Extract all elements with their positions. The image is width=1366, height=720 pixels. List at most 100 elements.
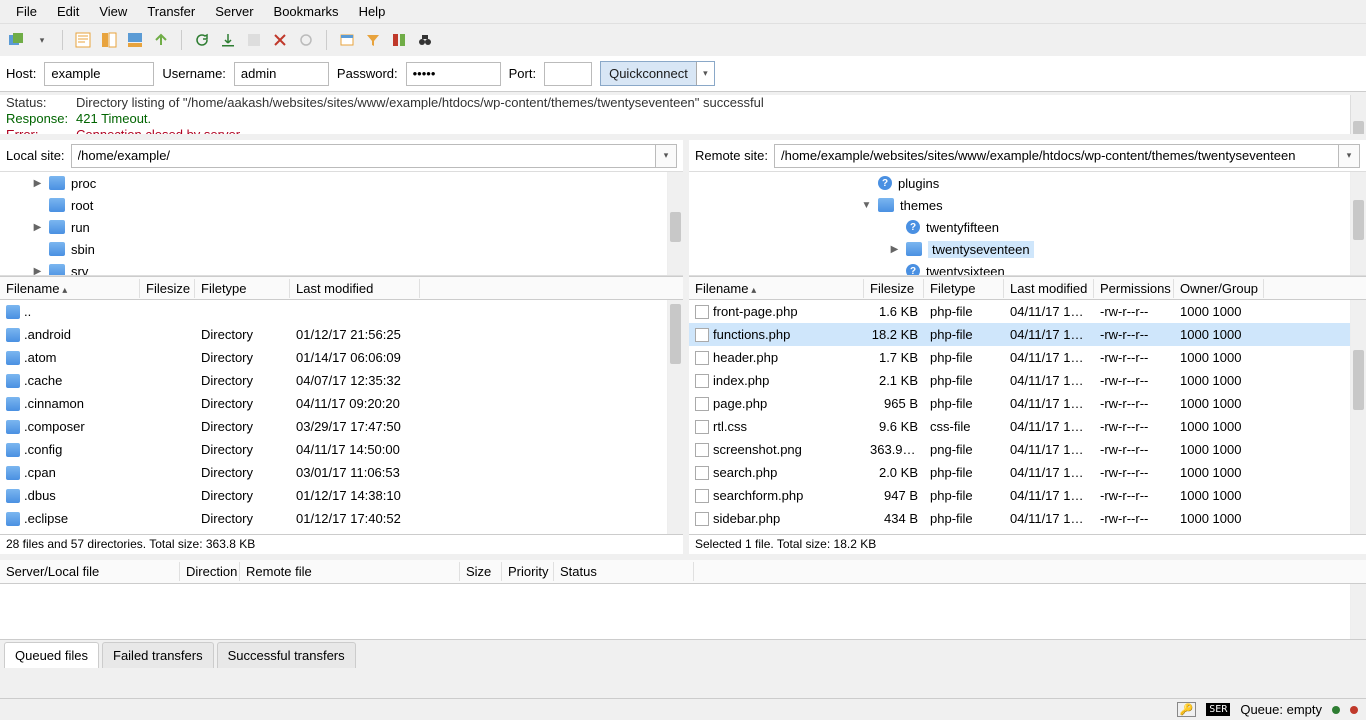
menu-help[interactable]: Help — [349, 2, 396, 21]
tree-item[interactable]: sbin — [0, 238, 683, 260]
tab-successful-transfers[interactable]: Successful transfers — [217, 642, 356, 668]
local-list-scrollbar[interactable] — [667, 300, 683, 534]
file-row[interactable]: .cinnamonDirectory04/11/17 09:20:20 — [0, 392, 683, 415]
tree-expander[interactable]: ▼ — [861, 200, 872, 211]
toggle-tree-icon[interactable] — [99, 30, 119, 50]
file-row[interactable]: .. — [0, 300, 683, 323]
column-header[interactable]: Priority — [502, 562, 554, 581]
local-tree[interactable]: ▶ proc root ▶ run sbin ▶ srv — [0, 172, 683, 276]
local-path-dropdown[interactable] — [655, 144, 677, 168]
file-row[interactable]: .dbusDirectory01/12/17 14:38:10 — [0, 484, 683, 507]
file-row[interactable]: rtl.css9.6 KBcss-file04/11/17 19:5…-rw-r… — [689, 415, 1366, 438]
toggle-queue-icon[interactable] — [125, 30, 145, 50]
tree-expander[interactable]: ▶ — [32, 178, 43, 189]
sync-browse-icon[interactable] — [151, 30, 171, 50]
tree-item-label[interactable]: twentysixteen — [926, 264, 1005, 277]
remote-list-scrollbar[interactable] — [1350, 300, 1366, 534]
file-row[interactable]: search.php2.0 KBphp-file04/11/17 19:5…-r… — [689, 461, 1366, 484]
tree-item-label[interactable]: run — [71, 220, 90, 235]
tree-item[interactable]: ▶ srv — [0, 260, 683, 276]
password-input[interactable] — [406, 62, 501, 86]
queue-scrollbar[interactable] — [1350, 584, 1366, 639]
menu-edit[interactable]: Edit — [47, 2, 89, 21]
cancel-icon[interactable] — [244, 30, 264, 50]
column-header[interactable]: Filetype — [195, 279, 290, 298]
binoculars-icon[interactable] — [415, 30, 435, 50]
file-row[interactable]: .eclipseDirectory01/12/17 17:40:52 — [0, 507, 683, 530]
tree-item-label[interactable]: twentyfifteen — [926, 220, 999, 235]
quickconnect-button[interactable]: Quickconnect — [601, 62, 696, 85]
tree-expander[interactable]: ▶ — [889, 244, 900, 255]
tree-expander[interactable]: ▶ — [32, 222, 43, 233]
remote-file-list[interactable]: front-page.php1.6 KBphp-file04/11/17 19:… — [689, 300, 1366, 534]
quickconnect-dropdown[interactable] — [696, 62, 714, 85]
column-header[interactable]: Filename — [689, 279, 864, 298]
tab-queued-files[interactable]: Queued files — [4, 642, 99, 668]
file-row[interactable]: .androidDirectory01/12/17 21:56:25 — [0, 323, 683, 346]
file-row[interactable]: header.php1.7 KBphp-file04/11/17 19:5…-r… — [689, 346, 1366, 369]
tree-item-label[interactable]: srv — [71, 264, 88, 277]
queue-header[interactable]: Server/Local fileDirectionRemote fileSiz… — [0, 560, 1366, 584]
local-tree-scrollbar[interactable] — [667, 172, 683, 275]
tree-item-label[interactable]: plugins — [898, 176, 939, 191]
tree-item[interactable]: ▶ twentyseventeen — [829, 238, 1366, 260]
file-row[interactable]: sidebar.php434 Bphp-file04/11/17 19:5…-r… — [689, 507, 1366, 530]
file-row[interactable]: index.php2.1 KBphp-file04/11/17 19:5…-rw… — [689, 369, 1366, 392]
menu-file[interactable]: File — [6, 2, 47, 21]
remote-path-dropdown[interactable] — [1338, 144, 1360, 168]
reconnect-icon[interactable] — [296, 30, 316, 50]
queue-body[interactable] — [0, 584, 1366, 639]
file-row[interactable]: searchform.php947 Bphp-file04/11/17 19:5… — [689, 484, 1366, 507]
filter-icon[interactable] — [363, 30, 383, 50]
column-header[interactable]: Server/Local file — [0, 562, 180, 581]
menu-view[interactable]: View — [89, 2, 137, 21]
tree-item[interactable]: ▼ themes — [829, 194, 1366, 216]
tree-item[interactable]: ▶ run — [0, 216, 683, 238]
file-row[interactable]: .configDirectory04/11/17 14:50:00 — [0, 438, 683, 461]
column-header[interactable]: Filetype — [924, 279, 1004, 298]
port-input[interactable] — [544, 62, 592, 86]
tree-expander[interactable]: ▶ — [32, 266, 43, 277]
tree-item-label[interactable]: proc — [71, 176, 96, 191]
file-row[interactable]: .cacheDirectory04/07/17 12:35:32 — [0, 369, 683, 392]
tree-item-label[interactable]: themes — [900, 198, 943, 213]
tree-item[interactable]: ?twentyfifteen — [829, 216, 1366, 238]
remote-tree[interactable]: ?plugins ▼ themes ?twentyfifteen ▶ twentyseve… — [689, 172, 1366, 276]
file-row[interactable]: screenshot.png363.9 KBpng-file04/11/17 1… — [689, 438, 1366, 461]
column-header[interactable]: Owner/Group — [1174, 279, 1264, 298]
username-input[interactable] — [234, 62, 329, 86]
refresh-icon[interactable] — [192, 30, 212, 50]
column-header[interactable]: Filesize — [140, 279, 195, 298]
new-tab-icon[interactable] — [337, 30, 357, 50]
compare-icon[interactable] — [389, 30, 409, 50]
tree-item-label[interactable]: root — [71, 198, 93, 213]
host-input[interactable] — [44, 62, 154, 86]
tree-item[interactable]: ?twentysixteen — [829, 260, 1366, 276]
column-header[interactable]: Last modified — [1004, 279, 1094, 298]
local-path-input[interactable] — [71, 144, 655, 168]
file-row[interactable]: front-page.php1.6 KBphp-file04/11/17 19:… — [689, 300, 1366, 323]
menu-bookmarks[interactable]: Bookmarks — [264, 2, 349, 21]
tree-item[interactable]: ?plugins — [829, 172, 1366, 194]
process-queue-icon[interactable] — [218, 30, 238, 50]
remote-tree-scrollbar[interactable] — [1350, 172, 1366, 275]
tree-item[interactable]: ▶ proc — [0, 172, 683, 194]
menu-server[interactable]: Server — [205, 2, 263, 21]
local-file-header[interactable]: FilenameFilesizeFiletypeLast modified — [0, 276, 683, 300]
site-manager-dropdown[interactable] — [32, 30, 52, 50]
tab-failed-transfers[interactable]: Failed transfers — [102, 642, 214, 668]
column-header[interactable]: Filename — [0, 279, 140, 298]
file-row[interactable]: .cpanDirectory03/01/17 11:06:53 — [0, 461, 683, 484]
column-header[interactable]: Remote file — [240, 562, 460, 581]
remote-file-header[interactable]: FilenameFilesizeFiletypeLast modifiedPer… — [689, 276, 1366, 300]
tree-item-label[interactable]: twentyseventeen — [928, 241, 1034, 258]
tree-item-label[interactable]: sbin — [71, 242, 95, 257]
menu-transfer[interactable]: Transfer — [137, 2, 205, 21]
site-manager-icon[interactable] — [6, 30, 26, 50]
column-header[interactable]: Status — [554, 562, 694, 581]
column-header[interactable]: Filesize — [864, 279, 924, 298]
tree-item[interactable]: root — [0, 194, 683, 216]
local-file-list[interactable]: ...androidDirectory01/12/17 21:56:25.ato… — [0, 300, 683, 534]
remote-path-input[interactable] — [774, 144, 1338, 168]
disconnect-icon[interactable] — [270, 30, 290, 50]
